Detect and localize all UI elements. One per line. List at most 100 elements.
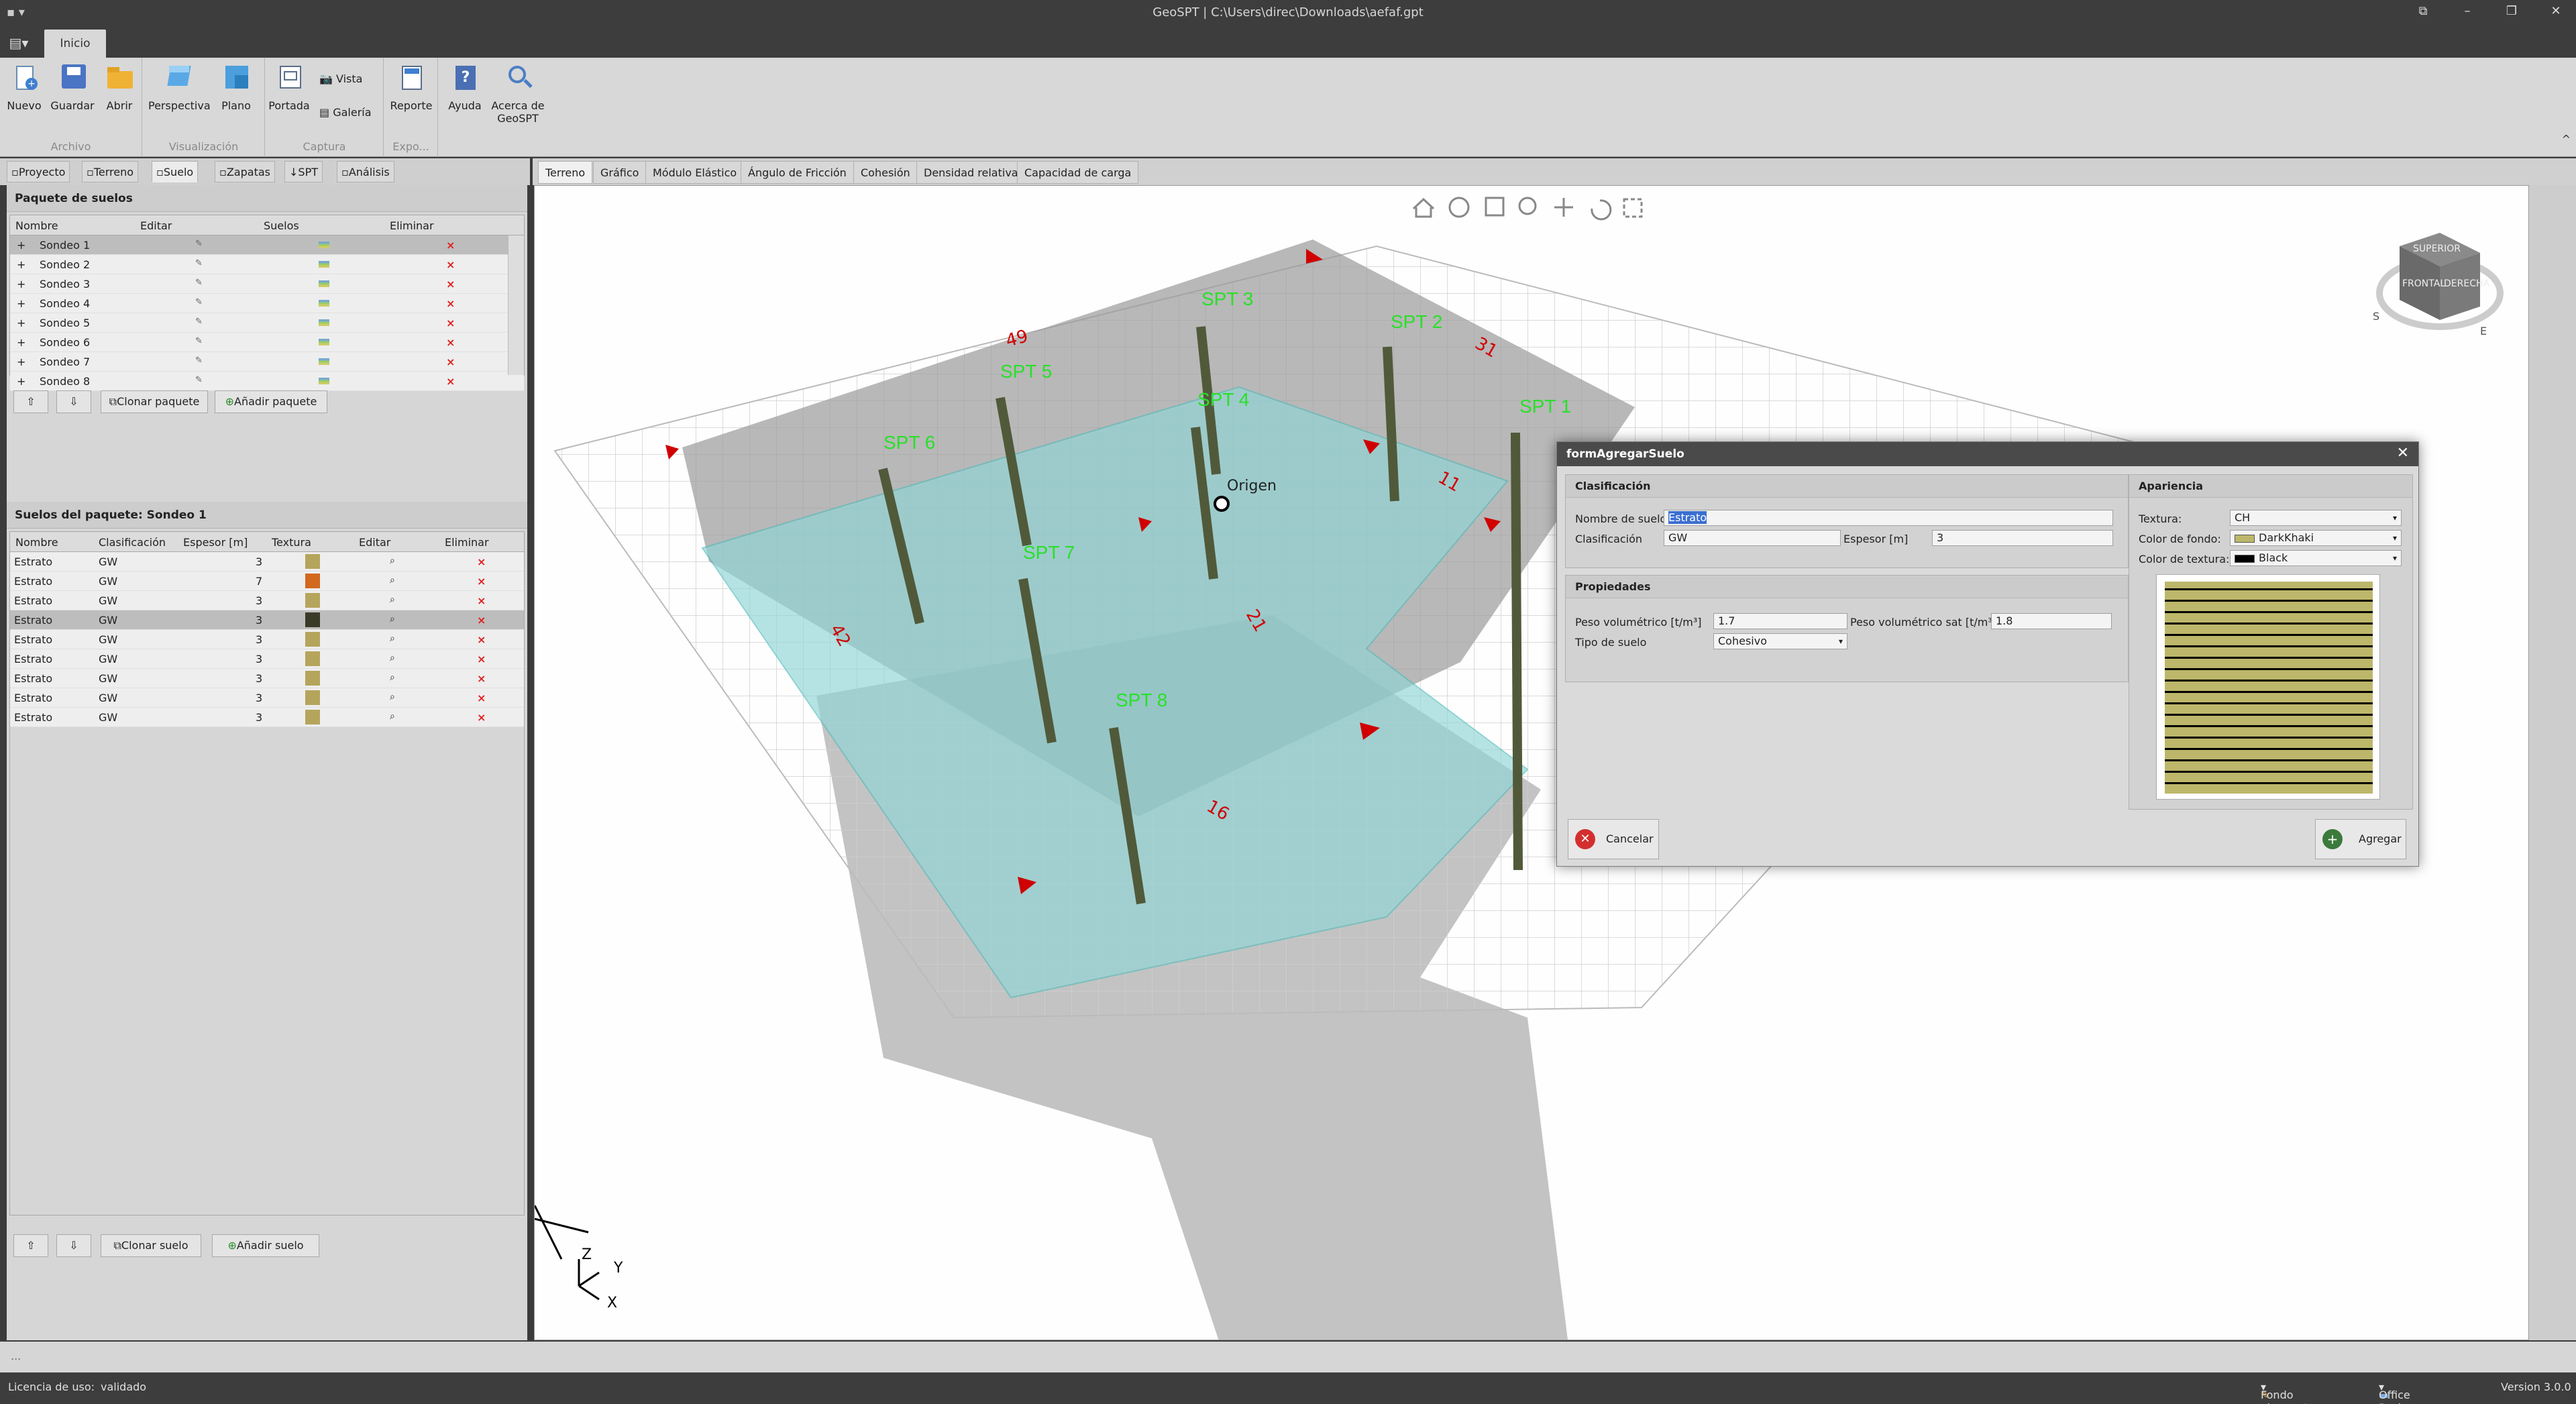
theme-dropdown[interactable]: ▬ Office Dark Gray ▾	[2379, 1381, 2410, 1404]
tab-angulo-friccion[interactable]: Ángulo de Fricción	[741, 161, 854, 184]
ayuda-button[interactable]: ? Ayuda	[443, 62, 487, 112]
expand-icon[interactable]: +	[17, 317, 25, 329]
portada-button[interactable]: Portada	[267, 62, 311, 112]
expand-icon[interactable]: +	[17, 297, 25, 310]
edit-icon[interactable]: ⌕	[390, 672, 395, 683]
edit-icon[interactable]: ✎	[195, 356, 203, 366]
table-row[interactable]: Estrato GW 3 ⌕ ×	[10, 708, 524, 727]
table-row[interactable]: Estrato GW 3 ⌕ ×	[10, 630, 524, 649]
delete-icon[interactable]: ×	[477, 555, 486, 568]
edit-icon[interactable]: ✎	[195, 297, 203, 307]
table-row[interactable]: + Sondeo 7 ✎ ×	[10, 352, 524, 372]
rotate-icon[interactable]	[1591, 199, 1612, 221]
soils-icon[interactable]	[319, 300, 329, 307]
delete-icon[interactable]: ×	[477, 633, 486, 646]
anadir-suelo-button[interactable]: ⊕Añadir suelo	[212, 1234, 319, 1257]
ribbon-display-icon[interactable]: ⧉	[2404, 4, 2442, 23]
delete-icon[interactable]: ×	[446, 297, 455, 310]
edit-icon[interactable]: ✎	[195, 239, 203, 249]
edit-icon[interactable]: ⌕	[390, 614, 395, 625]
nuevo-button[interactable]: + Nuevo	[4, 62, 44, 112]
table-row[interactable]: + Sondeo 5 ✎ ×	[10, 313, 524, 333]
table-row[interactable]: + Sondeo 1 ✎ ×	[10, 235, 524, 255]
paquete-down-button[interactable]: ⇩	[56, 390, 91, 413]
paquete-scrollbar[interactable]	[508, 235, 524, 375]
edit-icon[interactable]: ⌕	[390, 555, 395, 566]
delete-icon[interactable]: ×	[477, 594, 486, 607]
table-row[interactable]: Estrato GW 3 ⌕ ×	[10, 649, 524, 669]
clasificacion-input[interactable]: GW	[1664, 530, 1841, 546]
dialog-close-icon[interactable]: ✕	[2397, 445, 2409, 462]
table-row[interactable]: + Sondeo 3 ✎ ×	[10, 274, 524, 294]
table-row[interactable]: Estrato GW 3 ⌕ ×	[10, 552, 524, 572]
edit-icon[interactable]: ⌕	[390, 711, 395, 722]
tab-modulo-elastico[interactable]: Módulo Elástico	[645, 161, 745, 184]
view-cube[interactable]: SUPERIOR FRONTAL DERECHA S E	[2373, 233, 2504, 337]
pan-icon[interactable]	[1554, 198, 1573, 217]
edit-icon[interactable]: ⌕	[390, 633, 395, 644]
edit-icon[interactable]: ⌕	[390, 653, 395, 663]
suelo-down-button[interactable]: ⇩	[56, 1234, 91, 1257]
clonar-suelo-button[interactable]: ⧉Clonar suelo	[101, 1234, 201, 1257]
table-row[interactable]: + Sondeo 2 ✎ ×	[10, 255, 524, 274]
soils-icon[interactable]	[319, 358, 329, 365]
table-row[interactable]: + Sondeo 8 ✎ ×	[10, 372, 524, 391]
collapse-ribbon-icon[interactable]: ^	[2562, 133, 2571, 146]
peso-input[interactable]: 1.7	[1713, 613, 1847, 629]
tab-inicio[interactable]: Inicio	[44, 30, 106, 58]
soils-icon[interactable]	[319, 241, 329, 248]
tab-suelo[interactable]: ▫Suelo	[152, 161, 199, 182]
delete-icon[interactable]: ×	[477, 614, 486, 627]
fit-extents-icon[interactable]	[1623, 198, 1643, 218]
peso-sat-input[interactable]: 1.8	[1991, 613, 2112, 629]
delete-icon[interactable]: ×	[477, 711, 486, 724]
nombre-input[interactable]: Estrato	[1664, 510, 2113, 526]
table-row[interactable]: + Sondeo 6 ✎ ×	[10, 333, 524, 352]
tab-densidad-relativa[interactable]: Densidad relativa	[916, 161, 1026, 184]
delete-icon[interactable]: ×	[446, 239, 455, 252]
delete-icon[interactable]: ×	[446, 317, 455, 329]
edit-icon[interactable]: ✎	[195, 258, 203, 268]
tab-spt[interactable]: ↓SPT	[284, 161, 323, 182]
edit-icon[interactable]: ⌕	[390, 575, 395, 586]
expand-icon[interactable]: +	[17, 258, 25, 271]
restore-button[interactable]: ❐	[2493, 4, 2530, 23]
suelo-up-button[interactable]: ⇧	[13, 1234, 48, 1257]
delete-icon[interactable]: ×	[446, 258, 455, 271]
tab-grafico[interactable]: Gráfico	[593, 161, 647, 184]
tab-analisis[interactable]: ▫Análisis	[337, 161, 394, 182]
reporte-button[interactable]: Reporte	[387, 62, 435, 112]
delete-icon[interactable]: ×	[446, 356, 455, 368]
tab-zapatas[interactable]: ▫Zapatas	[215, 161, 275, 182]
edit-icon[interactable]: ✎	[195, 278, 203, 288]
zoom-window-icon[interactable]	[1485, 197, 1505, 217]
tab-proyecto[interactable]: ▫Proyecto	[7, 161, 70, 182]
fondo-viewport-dropdown[interactable]: ✎ Fondo viewport ▾	[2261, 1381, 2308, 1404]
orbit-icon[interactable]	[1448, 197, 1470, 218]
table-row[interactable]: Estrato GW 3 ⌕ ×	[10, 610, 524, 630]
soils-icon[interactable]	[319, 339, 329, 345]
delete-icon[interactable]: ×	[477, 575, 486, 588]
galeria-button[interactable]: ▤ Galería	[319, 106, 372, 119]
application-menu-button[interactable]: ▤▾	[5, 35, 32, 52]
delete-icon[interactable]: ×	[477, 692, 486, 704]
acerca-button[interactable]: Acerca de GeoSPT	[490, 62, 546, 125]
edit-icon[interactable]: ⌕	[390, 692, 395, 702]
tab-capacidad-carga[interactable]: Capacidad de carga	[1017, 161, 1139, 184]
close-button[interactable]: ✕	[2537, 4, 2575, 23]
delete-icon[interactable]: ×	[477, 672, 486, 685]
edit-icon[interactable]: ✎	[195, 336, 203, 346]
table-row[interactable]: Estrato GW 3 ⌕ ×	[10, 688, 524, 708]
expand-icon[interactable]: +	[17, 356, 25, 368]
table-row[interactable]: Estrato GW 3 ⌕ ×	[10, 669, 524, 688]
cancel-button[interactable]: ✕ Cancelar	[1568, 819, 1659, 859]
zoom-icon[interactable]	[1518, 197, 1537, 215]
delete-icon[interactable]: ×	[477, 653, 486, 665]
tab-terreno[interactable]: ▫Terreno	[82, 161, 139, 182]
tab-cohesion[interactable]: Cohesión	[853, 161, 918, 184]
tab-terreno-view[interactable]: Terreno	[538, 161, 593, 184]
guardar-button[interactable]: Guardar	[48, 62, 97, 112]
abrir-button[interactable]: Abrir	[99, 62, 140, 112]
tipo-select[interactable]: Cohesivo ▾	[1713, 633, 1847, 649]
tex-color-select[interactable]: Black ▾	[2230, 550, 2402, 566]
